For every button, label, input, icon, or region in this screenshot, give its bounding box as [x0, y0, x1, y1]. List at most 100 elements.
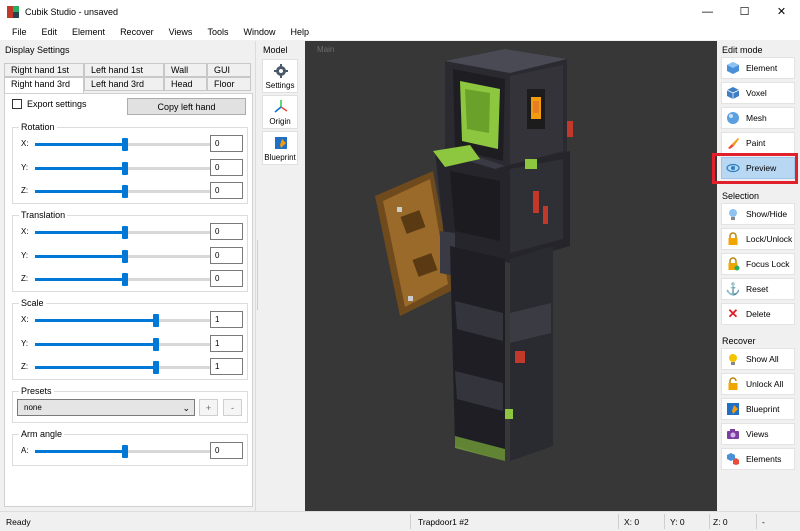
paint-mode-button[interactable]: Paint — [721, 132, 795, 154]
unlock-all-label: Unlock All — [746, 379, 784, 389]
slider-thumb[interactable] — [122, 250, 128, 263]
tab-right-hand-1st[interactable]: Right hand 1st — [4, 63, 84, 77]
blueprint-model-button[interactable]: Blueprint — [262, 131, 298, 165]
tab-wall[interactable]: Wall — [164, 63, 207, 77]
delete-button[interactable]: ✕ Delete — [721, 303, 795, 325]
settings-label: Settings — [265, 81, 295, 90]
arm-angle-input[interactable]: 0 — [210, 442, 243, 459]
sphere-icon — [726, 111, 740, 125]
show-all-button[interactable]: Show All — [721, 348, 795, 370]
slider-thumb[interactable] — [122, 162, 128, 175]
menu-recover[interactable]: Recover — [114, 27, 163, 37]
maximize-button[interactable]: ☐ — [726, 0, 763, 23]
reset-button[interactable]: ⚓ Reset — [721, 278, 795, 300]
scale-y-slider[interactable] — [35, 338, 215, 351]
selection-title: Selection — [722, 191, 760, 201]
slider-thumb[interactable] — [152, 314, 159, 327]
presets-selected: none — [24, 403, 42, 412]
rotation-y-slider[interactable] — [35, 162, 215, 175]
checkbox-box[interactable] — [12, 99, 22, 109]
menu-window[interactable]: Window — [237, 27, 284, 37]
gear-icon — [274, 64, 288, 78]
rotation-y-input[interactable]: 0 — [210, 159, 243, 176]
tab-left-hand-3rd[interactable]: Left hand 3rd — [84, 77, 164, 91]
menu-element[interactable]: Element — [66, 27, 114, 37]
tab-gui[interactable]: GUI — [207, 63, 251, 77]
close-button[interactable]: ✕ — [763, 0, 800, 23]
views-button[interactable]: Views — [721, 423, 795, 445]
translation-z-input[interactable]: 0 — [210, 270, 243, 287]
status-bar: Ready Trapdoor1 #2 X: 0 Y: 0 Z: 0 - — [0, 511, 800, 531]
menu-edit[interactable]: Edit — [36, 27, 67, 37]
slider-thumb[interactable] — [122, 226, 128, 239]
tab-head[interactable]: Head — [164, 77, 207, 91]
remove-preset-button[interactable]: - — [223, 399, 242, 416]
scale-z-input[interactable]: 1 — [210, 358, 243, 375]
unlock-icon — [726, 377, 740, 391]
tab-strip: Right hand 1st Left hand 1st Wall GUI Ri… — [4, 63, 251, 93]
show-hide-button[interactable]: Show/Hide — [721, 203, 795, 225]
add-preset-button[interactable]: + — [199, 399, 218, 416]
3d-viewport[interactable]: Main — [305, 41, 717, 511]
slider-thumb[interactable] — [122, 445, 128, 458]
arm-angle-slider[interactable] — [35, 445, 215, 458]
camera-icon — [726, 427, 740, 441]
rotation-x-row: X: 0 — [13, 135, 249, 153]
tab-left-hand-1st[interactable]: Left hand 1st — [84, 63, 164, 77]
menu-file[interactable]: File — [6, 27, 36, 37]
axis-label: X: — [21, 227, 29, 236]
slider-thumb[interactable] — [122, 273, 128, 286]
rotation-x-slider[interactable] — [35, 138, 215, 151]
settings-button[interactable]: Settings — [262, 59, 298, 93]
mesh-mode-button[interactable]: Mesh — [721, 107, 795, 129]
translation-z-slider[interactable] — [35, 273, 215, 286]
element-mode-button[interactable]: Element — [721, 57, 795, 79]
robot-model — [433, 49, 573, 461]
menu-help[interactable]: Help — [284, 27, 318, 37]
elements-button[interactable]: Elements — [721, 448, 795, 470]
title-bar: Cubik Studio - unsaved — ☐ ✕ — [0, 0, 800, 23]
lock-unlock-button[interactable]: Lock/Unlock — [721, 228, 795, 250]
translation-y-slider[interactable] — [35, 250, 215, 263]
copy-left-hand-button[interactable]: Copy left hand — [127, 98, 246, 115]
element-label: Element — [746, 63, 778, 73]
origin-axes-icon — [274, 100, 288, 113]
tab-floor[interactable]: Floor — [207, 77, 251, 91]
mesh-label: Mesh — [746, 113, 767, 123]
rotation-z-slider[interactable] — [35, 185, 215, 198]
slider-thumb[interactable] — [122, 138, 128, 151]
scale-x-row: X: 1 — [13, 311, 249, 329]
slider-thumb[interactable] — [122, 185, 128, 198]
model-toolbar: Model Settings Origin Blueprint — [258, 41, 304, 511]
translation-x-slider[interactable] — [35, 226, 215, 239]
axis-label: Y: — [21, 163, 29, 172]
slider-thumb[interactable] — [152, 338, 159, 351]
voxel-mode-button[interactable]: Voxel — [721, 82, 795, 104]
rotation-group: Rotation X: 0 Y: 0 Z: 0 — [12, 122, 249, 204]
minimize-button[interactable]: — — [689, 0, 726, 23]
focus-lock-button[interactable]: Focus Lock — [721, 253, 795, 275]
presets-dropdown[interactable]: none ⌄ — [17, 399, 195, 416]
rotation-z-row: Z: 0 — [13, 182, 249, 200]
app-logo-icon — [7, 5, 19, 18]
scale-y-input[interactable]: 1 — [210, 335, 243, 352]
translation-y-input[interactable]: 0 — [210, 247, 243, 264]
slider-thumb[interactable] — [152, 361, 159, 374]
tab-right-hand-3rd[interactable]: Right hand 3rd — [4, 77, 84, 93]
scale-z-slider[interactable] — [35, 361, 215, 374]
scale-x-slider[interactable] — [35, 314, 215, 327]
scale-x-input[interactable]: 1 — [210, 311, 243, 328]
origin-button[interactable]: Origin — [262, 95, 298, 129]
rotation-title: Rotation — [19, 122, 57, 132]
menu-tools[interactable]: Tools — [201, 27, 237, 37]
rotation-z-input[interactable]: 0 — [210, 182, 243, 199]
rotation-x-input[interactable]: 0 — [210, 135, 243, 152]
menu-views[interactable]: Views — [163, 27, 202, 37]
unlock-all-button[interactable]: Unlock All — [721, 373, 795, 395]
cube-icon — [726, 61, 740, 75]
export-settings-checkbox[interactable]: Export settings — [12, 99, 87, 109]
scale-z-row: Z: 1 — [13, 358, 249, 376]
translation-x-input[interactable]: 0 — [210, 223, 243, 240]
presets-title: Presets — [19, 386, 54, 396]
blueprint-recover-button[interactable]: Blueprint — [721, 398, 795, 420]
